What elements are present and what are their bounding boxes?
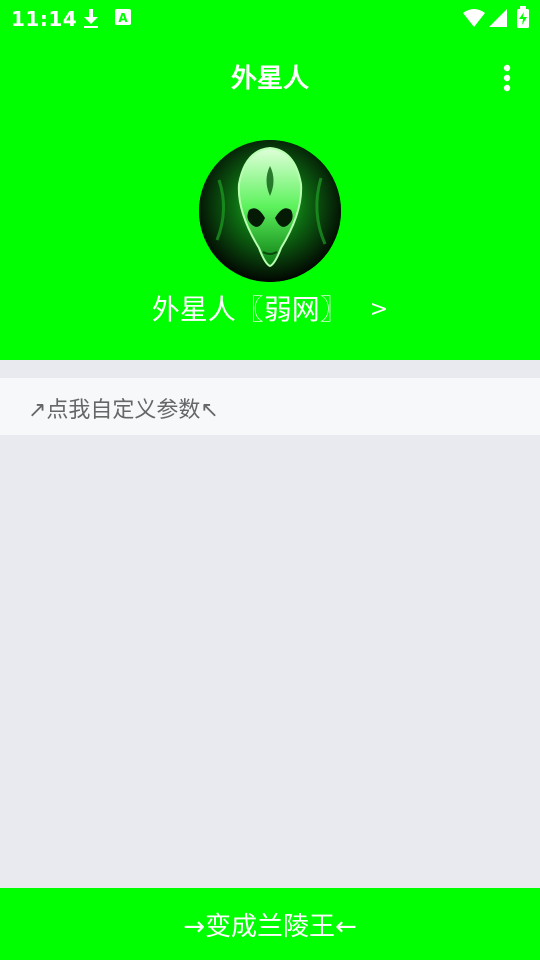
avatar[interactable] [199, 140, 341, 282]
status-time: 11:14 [11, 7, 78, 31]
custom-params-label: ↗点我自定义参数↖ [28, 398, 219, 423]
chevron-right-icon: > [369, 297, 389, 322]
download-icon [84, 9, 98, 28]
cellular-signal-icon [489, 9, 507, 27]
toolbar-title: 外星人 [230, 64, 309, 94]
profile-name: 外星人〖弱网〗 [151, 293, 348, 326]
transform-button[interactable]: →变成兰陵王← [0, 888, 540, 960]
alien-head-icon [199, 140, 341, 282]
font-a-icon: A [115, 9, 131, 25]
svg-text:A: A [118, 11, 128, 25]
wifi-icon [463, 9, 485, 27]
header-banner: 11:14 A 外星人 外星人〖弱网〗 > [0, 0, 540, 360]
more-vert-icon[interactable] [492, 62, 522, 94]
status-bar: 11:14 A [0, 0, 540, 36]
transform-button-label: →变成兰陵王← [183, 911, 357, 942]
profile-name-row[interactable]: 外星人〖弱网〗 > [0, 290, 540, 330]
battery-charging-icon [517, 6, 529, 28]
custom-params-row[interactable]: ↗点我自定义参数↖ [0, 378, 540, 435]
